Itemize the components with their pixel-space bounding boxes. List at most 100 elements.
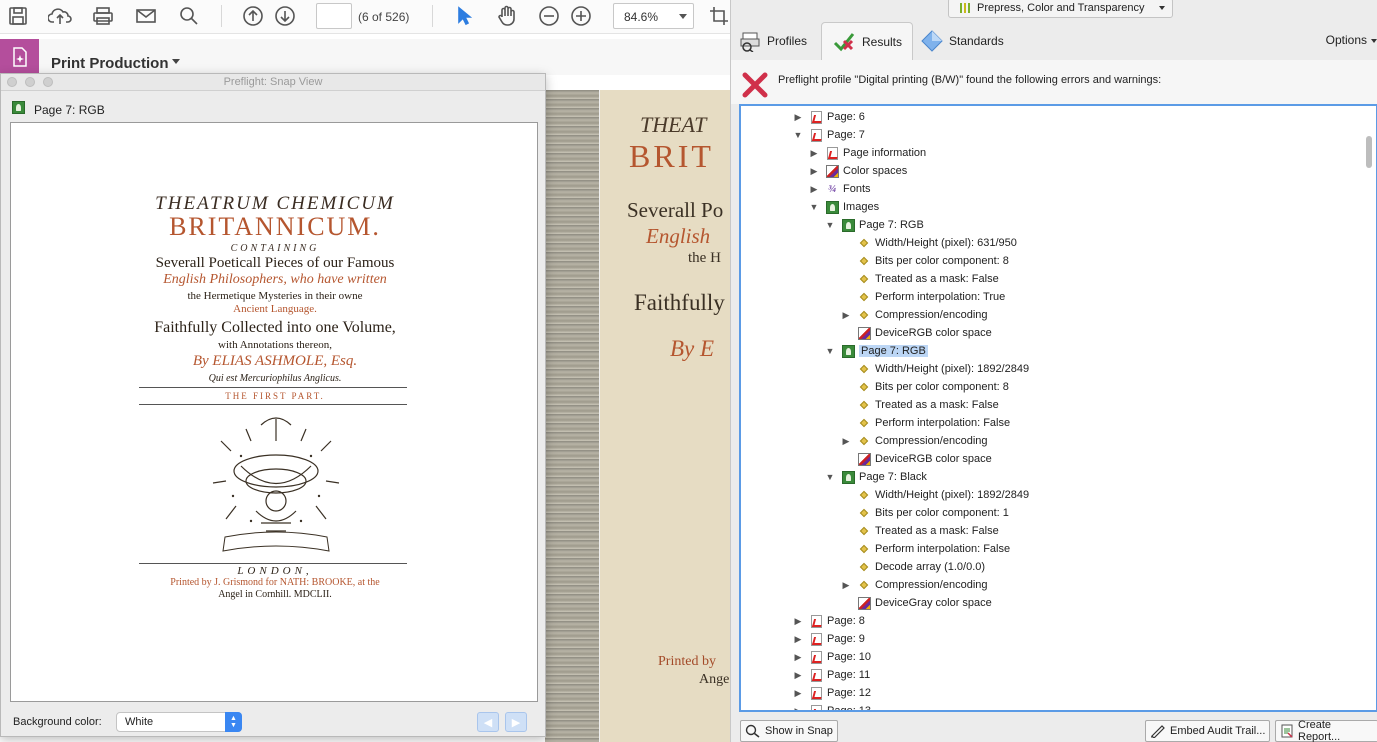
create-report-button[interactable]: Create Report... [1275,719,1377,742]
zoom-out-icon[interactable] [535,3,563,29]
tree-row[interactable]: ▶ Page: 13 [793,702,871,711]
tree-row[interactable]: Width/Height (pixel): 1892/2849 [841,360,1029,378]
tree-row[interactable]: Bits per color component: 8 [841,252,1009,270]
tree-scrollbar[interactable] [1366,136,1372,168]
collapse-triangle-icon[interactable]: ▶ [809,184,819,195]
tree-row[interactable]: Decode array (1.0/0.0) [841,558,985,576]
embed-audit-trail-button[interactable]: Embed Audit Trail... [1145,720,1271,742]
show-in-snap-label: Show in Snap [765,725,833,737]
collapse-triangle-icon[interactable]: ▶ [793,112,803,123]
expand-triangle-icon[interactable]: ▼ [825,220,835,230]
results-tree[interactable]: ▶ Page: 6 ▼ Page: 7 ▶ Page information ▶ Color … [739,104,1377,712]
book-spine-image [545,90,599,742]
tree-row[interactable]: Bits per color component: 1 [841,504,1009,522]
print-icon[interactable] [89,3,117,29]
collapse-triangle-icon[interactable]: ▶ [793,634,803,645]
tree-row[interactable]: ▶ Compression/encoding [841,576,988,594]
tree-row[interactable]: ▼ Page 7: Black [825,468,927,486]
collapse-triangle-icon[interactable]: ▶ [793,616,803,627]
color-space-icon [857,326,871,340]
previous-page-icon[interactable] [239,3,267,29]
tab-profiles[interactable]: Profiles [739,22,807,60]
tree-row[interactable]: Treated as a mask: False [841,396,999,414]
search-icon[interactable] [175,3,203,29]
tree-row-label: Compression/encoding [875,435,988,447]
tree-row[interactable]: ▶ Page: 6 [793,108,865,126]
tab-standards-label: Standards [949,34,1004,48]
collapse-triangle-icon[interactable]: ▶ [793,688,803,699]
zoom-in-icon[interactable] [567,3,595,29]
tree-row[interactable]: ▶ Color spaces [809,162,907,180]
select-pointer-icon[interactable] [450,3,478,29]
chevron-down-icon[interactable] [172,59,180,64]
tree-row[interactable]: ▶ ¾ Fonts [809,180,871,198]
tree-row[interactable]: ▶ Compression/encoding [841,432,988,450]
property-icon [859,382,869,392]
chevron-down-icon[interactable] [1371,39,1377,43]
tree-row[interactable]: Width/Height (pixel): 1892/2849 [841,486,1029,504]
collapse-triangle-icon[interactable]: ▶ [809,166,819,177]
snap-view-titlebar[interactable]: Preflight: Snap View [1,74,545,91]
tree-row[interactable]: ▼ Page: 7 [793,126,865,144]
tree-row[interactable]: Width/Height (pixel): 631/950 [841,234,1017,252]
collapse-triangle-icon[interactable]: ▶ [809,148,819,159]
tree-row[interactable]: ▶ Page: 10 [793,648,871,666]
collapse-triangle-icon[interactable]: ▶ [793,670,803,681]
tab-standards[interactable]: Standards [921,22,1004,60]
tree-row[interactable]: ▶ Page: 12 [793,684,871,702]
background-color-select[interactable]: White ▲ ▼ [116,712,242,732]
expand-triangle-icon[interactable]: ▼ [825,472,835,482]
expand-triangle-icon[interactable]: ▼ [809,202,819,212]
pdf-page-icon [809,128,823,142]
tree-row[interactable]: ▶ Compression/encoding [841,306,988,324]
show-in-snap-button[interactable]: Show in Snap [740,720,838,742]
tree-row[interactable]: ▶ Page information [809,144,926,162]
tree-row-label: Page: 11 [827,669,871,681]
tree-row[interactable]: ▼ Images [809,198,879,216]
tab-results[interactable]: Results [821,22,914,60]
tree-row[interactable]: ▶ Page: 9 [793,630,865,648]
tree-row[interactable]: DeviceRGB color space [841,450,992,468]
profile-dropdown[interactable]: Prepress, Color and Transparency [948,0,1173,18]
collapse-triangle-icon[interactable]: ▶ [841,580,851,591]
snap-view-title: Preflight: Snap View [223,76,323,88]
tree-row[interactable]: Treated as a mask: False [841,522,999,540]
collapse-triangle-icon[interactable]: ▶ [841,436,851,447]
expand-triangle-icon[interactable]: ▼ [793,130,803,140]
hand-icon[interactable] [493,3,521,29]
tree-row-label: Decode array (1.0/0.0) [875,561,986,573]
snap-image-label: Page 7: RGB [34,103,105,117]
tree-row[interactable]: Perform interpolation: True [841,288,1005,306]
email-icon[interactable] [132,3,160,29]
tree-row[interactable]: ▼ Page 7: RGB [825,216,924,234]
tree-row[interactable]: Perform interpolation: False [841,414,1010,432]
expand-triangle-icon[interactable]: ▼ [825,346,835,356]
title-page-line: THE FIRST PART. [225,391,325,401]
tree-row[interactable]: ▶ Page: 11 [793,666,870,684]
collapse-triangle-icon[interactable]: ▶ [793,652,803,663]
tree-row[interactable]: DeviceGray color space [841,594,992,612]
collapse-triangle-icon[interactable]: ▶ [841,310,851,321]
tree-row[interactable]: ▼ Page 7: RGB [825,342,928,360]
print-production-title[interactable]: Print Production [51,55,169,72]
tree-row[interactable]: DeviceRGB color space [841,324,992,342]
tree-row[interactable]: Perform interpolation: False [841,540,1010,558]
next-page-icon[interactable] [271,3,299,29]
tree-row[interactable]: Bits per color component: 8 [841,378,1009,396]
zoom-dropdown[interactable]: 84.6% [613,3,694,29]
crop-icon[interactable] [708,3,730,29]
tree-row[interactable]: Treated as a mask: False [841,270,999,288]
options-menu[interactable]: Options [1326,33,1367,47]
upload-icon[interactable] [46,3,74,29]
tree-row-label: Page information [843,147,927,159]
tree-row-label: Bits per color component: 8 [875,255,1009,267]
next-image-button[interactable]: ▶ [505,712,527,732]
property-icon [859,544,869,554]
save-icon[interactable] [4,3,32,29]
title-page-line: BRITANNICUM. [169,212,381,241]
tree-row[interactable]: ▶ Page: 8 [793,612,865,630]
pdf-page-icon [809,650,823,664]
previous-image-button[interactable]: ◀ [477,712,499,732]
collapse-triangle-icon[interactable]: ▶ [793,706,803,711]
page-number-input[interactable] [316,3,352,29]
